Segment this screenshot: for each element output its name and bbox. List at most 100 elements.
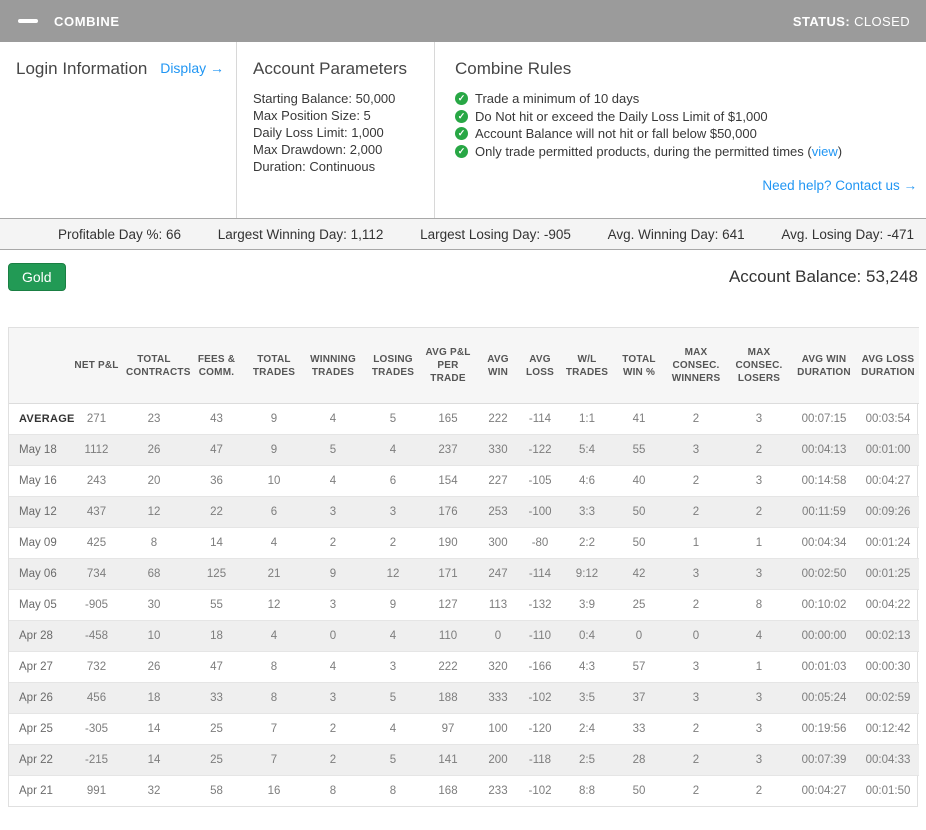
stat-cell: 47: [184, 435, 249, 466]
stat-cell: 00:03:54: [857, 404, 919, 435]
product-tab-gold[interactable]: Gold: [8, 263, 66, 291]
status-value: CLOSED: [854, 14, 910, 29]
stat-cell: -102: [519, 683, 561, 714]
stats-bar: Profitable Day %: 66Largest Winning Day:…: [0, 218, 926, 250]
stat-cell: 55: [613, 435, 665, 466]
stat-cell: 141: [419, 745, 477, 776]
combine-rules-list: ✓Trade a minimum of 10 days✓Do Not hit o…: [455, 90, 917, 160]
stat-cell: -166: [519, 652, 561, 683]
column-header: TOTAL TRADES: [249, 328, 299, 404]
stat-cell: 4: [249, 528, 299, 559]
stat-cell: 8: [249, 683, 299, 714]
table-row: Apr 22-2151425725141200-1182:5282300:07:…: [9, 745, 919, 776]
panel-title: COMBINE: [54, 14, 120, 29]
stat-cell: 5: [367, 745, 419, 776]
table-row: AVERAGE2712343945165222-1141:1412300:07:…: [9, 404, 919, 435]
stat-cell: 425: [69, 528, 124, 559]
column-header: AVG P&L PER TRADE: [419, 328, 477, 404]
combine-rule: ✓Trade a minimum of 10 days: [455, 90, 917, 108]
stat-cell: 4:6: [561, 466, 613, 497]
stat-cell: 5:4: [561, 435, 613, 466]
stat-cell: 20: [124, 466, 184, 497]
display-login-link[interactable]: Display →: [160, 60, 224, 76]
account-parameters-section: Account Parameters Starting Balance: 50,…: [237, 42, 435, 218]
stat-cell: 0: [299, 621, 367, 652]
stat-cell: 0: [613, 621, 665, 652]
stat-cell: 4: [367, 435, 419, 466]
column-header: AVG LOSS DURATION: [857, 328, 919, 404]
stat-cell: -80: [519, 528, 561, 559]
stat-cell: 2: [299, 745, 367, 776]
stat-cell: 2:5: [561, 745, 613, 776]
stat-cell: 00:04:34: [791, 528, 857, 559]
stat-cell: 37: [613, 683, 665, 714]
stat-cell: 00:11:59: [791, 497, 857, 528]
contact-us-link[interactable]: Need help? Contact us →: [762, 178, 917, 193]
stat-cell: 732: [69, 652, 124, 683]
stat-cell: 25: [613, 590, 665, 621]
column-header: LOSING TRADES: [367, 328, 419, 404]
stat-cell: 2: [665, 776, 727, 807]
stat-cell: 330: [477, 435, 519, 466]
stat-cell: 97: [419, 714, 477, 745]
account-parameter: Daily Loss Limit: 1,000: [253, 124, 434, 141]
row-label: May 12: [9, 497, 69, 528]
stat-cell: 14: [124, 745, 184, 776]
account-parameter: Max Position Size: 5: [253, 107, 434, 124]
column-header: TOTAL WIN %: [613, 328, 665, 404]
stat-cell: 00:01:24: [857, 528, 919, 559]
stat-cell: 0: [477, 621, 519, 652]
stat-cell: 300: [477, 528, 519, 559]
table-row: Apr 25-305142572497100-1202:4332300:19:5…: [9, 714, 919, 745]
row-label: May 09: [9, 528, 69, 559]
stat-cell: -110: [519, 621, 561, 652]
view-permitted-products-link[interactable]: view: [812, 144, 838, 159]
stat-cell: 3: [727, 466, 791, 497]
row-label: Apr 27: [9, 652, 69, 683]
stat-cell: 4: [249, 621, 299, 652]
stat-cell: 00:12:42: [857, 714, 919, 745]
stat-cell: 2: [665, 745, 727, 776]
stat-cell: 12: [124, 497, 184, 528]
stat-cell: 57: [613, 652, 665, 683]
combine-rule: ✓Do Not hit or exceed the Daily Loss Lim…: [455, 108, 917, 126]
column-header: AVG WIN: [477, 328, 519, 404]
stat-cell: 00:04:13: [791, 435, 857, 466]
collapse-panel-icon[interactable]: [18, 19, 38, 23]
stat-cell: -905: [69, 590, 124, 621]
stat-cell: 32: [124, 776, 184, 807]
stat-cell: 2:2: [561, 528, 613, 559]
stat-cell: 26: [124, 435, 184, 466]
stat-cell: 271: [69, 404, 124, 435]
stat-cell: 7: [249, 745, 299, 776]
stat-cell: 3: [665, 435, 727, 466]
stat-cell: 50: [613, 497, 665, 528]
table-body: AVERAGE2712343945165222-1141:1412300:07:…: [9, 404, 919, 807]
stat-cell: -132: [519, 590, 561, 621]
stat-cell: 2:4: [561, 714, 613, 745]
status-indicator: STATUS: CLOSED: [793, 14, 910, 29]
stat-cell: 456: [69, 683, 124, 714]
stat-cell: 200: [477, 745, 519, 776]
table-row: Apr 277322647843222320-1664:3573100:01:0…: [9, 652, 919, 683]
stat-cell: 243: [69, 466, 124, 497]
stat-cell: 00:00:00: [791, 621, 857, 652]
rule-text: Trade a minimum of 10 days: [475, 90, 639, 108]
stat-cell: 25: [184, 745, 249, 776]
stat-cell: 9: [299, 559, 367, 590]
stat-cell: 3: [727, 714, 791, 745]
stat-cell: 110: [419, 621, 477, 652]
row-label: AVERAGE: [9, 404, 69, 435]
column-header: W/L TRADES: [561, 328, 613, 404]
stat-cell: 3: [665, 559, 727, 590]
table-row: Apr 2199132581688168233-1028:8502200:04:…: [9, 776, 919, 807]
column-header: MAX CONSEC. WINNERS: [665, 328, 727, 404]
account-parameter: Max Drawdown: 2,000: [253, 141, 434, 158]
row-label: May 05: [9, 590, 69, 621]
check-circle-icon: ✓: [455, 110, 468, 123]
stat-cell: 00:04:22: [857, 590, 919, 621]
stat-cell: 3:9: [561, 590, 613, 621]
stat-cell: 26: [124, 652, 184, 683]
stat-cell: 00:02:50: [791, 559, 857, 590]
stat-cell: 25: [184, 714, 249, 745]
